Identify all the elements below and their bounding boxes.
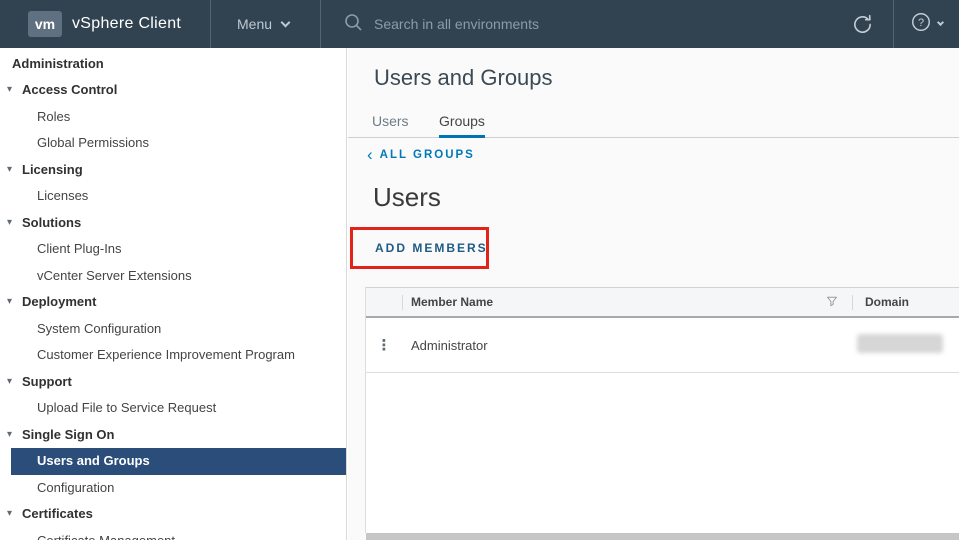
sidebar-section-deployment[interactable]: ▾ Deployment (0, 289, 346, 316)
sidebar-item-certificate-management[interactable]: Certificate Management (0, 528, 346, 540)
tab-users[interactable]: Users (372, 109, 409, 138)
caret-down-icon: ▾ (7, 508, 13, 519)
sidebar-section-single-sign-on[interactable]: ▾ Single Sign On (0, 422, 346, 449)
caret-down-icon: ▾ (7, 163, 13, 175)
chevron-down-icon (936, 18, 945, 26)
caret-down-icon: ▾ (7, 216, 13, 228)
redacted-domain-value (857, 334, 943, 353)
topbar-divider (893, 0, 894, 48)
sidebar-item-upload-file-to-service-request[interactable]: Upload File to Service Request (0, 395, 346, 422)
main-content: Users and Groups Users Groups ‹ ALL GROU… (348, 48, 959, 540)
sidebar-item-users-and-groups[interactable]: Users and Groups (11, 448, 346, 475)
table-header-row: Member Name Domain (366, 287, 959, 318)
table-header-actions-column (366, 287, 402, 318)
admin-sidebar: Administration ▾ Access Control Roles Gl… (0, 48, 347, 540)
sidebar-section-support[interactable]: ▾ Support (0, 369, 346, 396)
column-header-label: Member Name (411, 295, 494, 309)
help-menu-button[interactable]: ? (910, 0, 945, 48)
back-to-all-groups-link[interactable]: ‹ ALL GROUPS (367, 145, 475, 164)
column-header-label: Domain (865, 295, 910, 309)
refresh-icon (851, 14, 874, 40)
column-divider (852, 294, 853, 310)
back-link-label: ALL GROUPS (379, 149, 475, 161)
caret-down-icon: ▾ (7, 428, 13, 440)
section-label: Deployment (22, 294, 97, 309)
sidebar-section-certificates[interactable]: ▾ Certificates (0, 501, 346, 528)
table-header-member-name: Member Name (402, 287, 852, 318)
menu-button[interactable]: Menu (237, 0, 291, 48)
tab-groups[interactable]: Groups (439, 109, 485, 138)
sidebar-item-ceip[interactable]: Customer Experience Improvement Program (0, 342, 346, 369)
table-row[interactable]: ⋮ Administrator (366, 318, 959, 373)
members-table: Member Name Domain ⋮ Administrator (365, 287, 959, 533)
search-icon (344, 13, 374, 35)
sidebar-item-global-permissions[interactable]: Global Permissions (0, 130, 346, 157)
topbar-divider (210, 0, 211, 48)
sidebar-item-system-configuration[interactable]: System Configuration (0, 316, 346, 343)
section-label: Access Control (22, 82, 118, 97)
sidebar-item-roles[interactable]: Roles (0, 104, 346, 131)
sidebar-item-configuration[interactable]: Configuration (0, 475, 346, 502)
row-kebab-menu-icon[interactable]: ⋮ (366, 336, 402, 354)
chevron-down-icon (280, 17, 291, 27)
member-name-cell: Administrator (411, 337, 488, 353)
help-icon: ? (910, 11, 932, 38)
sidebar-title: Administration (12, 56, 104, 71)
page-title: Users and Groups (374, 65, 553, 90)
caret-down-icon: ▾ (7, 296, 13, 307)
section-label: Solutions (22, 214, 82, 230)
tab-bar: Users Groups (348, 109, 959, 138)
horizontal-scrollbar[interactable] (366, 533, 959, 540)
svg-text:?: ? (918, 17, 924, 29)
sidebar-section-access-control[interactable]: ▾ Access Control (0, 77, 346, 104)
vmware-logo[interactable]: vm (28, 11, 62, 37)
group-name-heading: Users (373, 182, 441, 212)
section-label: Support (22, 373, 72, 389)
sidebar-item-vcenter-server-extensions[interactable]: vCenter Server Extensions (0, 263, 346, 290)
product-title: vSphere Client (72, 15, 182, 32)
domain-cell (852, 334, 959, 356)
filter-funnel-icon[interactable] (826, 295, 838, 310)
sidebar-section-licensing[interactable]: ▾ Licensing (0, 157, 346, 184)
vmware-logo-text: vm (34, 16, 56, 32)
chevron-left-icon: ‹ (367, 145, 373, 164)
sidebar-item-licenses[interactable]: Licenses (0, 183, 346, 210)
caret-down-icon: ▾ (7, 84, 13, 95)
sidebar-item-client-plug-ins[interactable]: Client Plug-Ins (0, 236, 346, 263)
add-members-button[interactable]: ADD MEMBERS (375, 241, 488, 255)
column-divider (402, 294, 403, 310)
top-nav-bar: vm vSphere Client Menu Search in all env… (0, 0, 959, 48)
sidebar-section-solutions[interactable]: ▾ Solutions (0, 210, 346, 237)
section-label: Single Sign On (22, 426, 115, 442)
caret-down-icon: ▾ (7, 375, 13, 387)
menu-label: Menu (237, 16, 273, 32)
table-header-domain: Domain (852, 287, 959, 318)
topbar-divider (320, 0, 321, 48)
refresh-button[interactable] (851, 13, 874, 41)
search-placeholder: Search in all environments (374, 16, 539, 32)
section-label: Licensing (22, 161, 83, 177)
section-label: Certificates (22, 506, 93, 521)
global-search-input[interactable]: Search in all environments (344, 0, 539, 48)
